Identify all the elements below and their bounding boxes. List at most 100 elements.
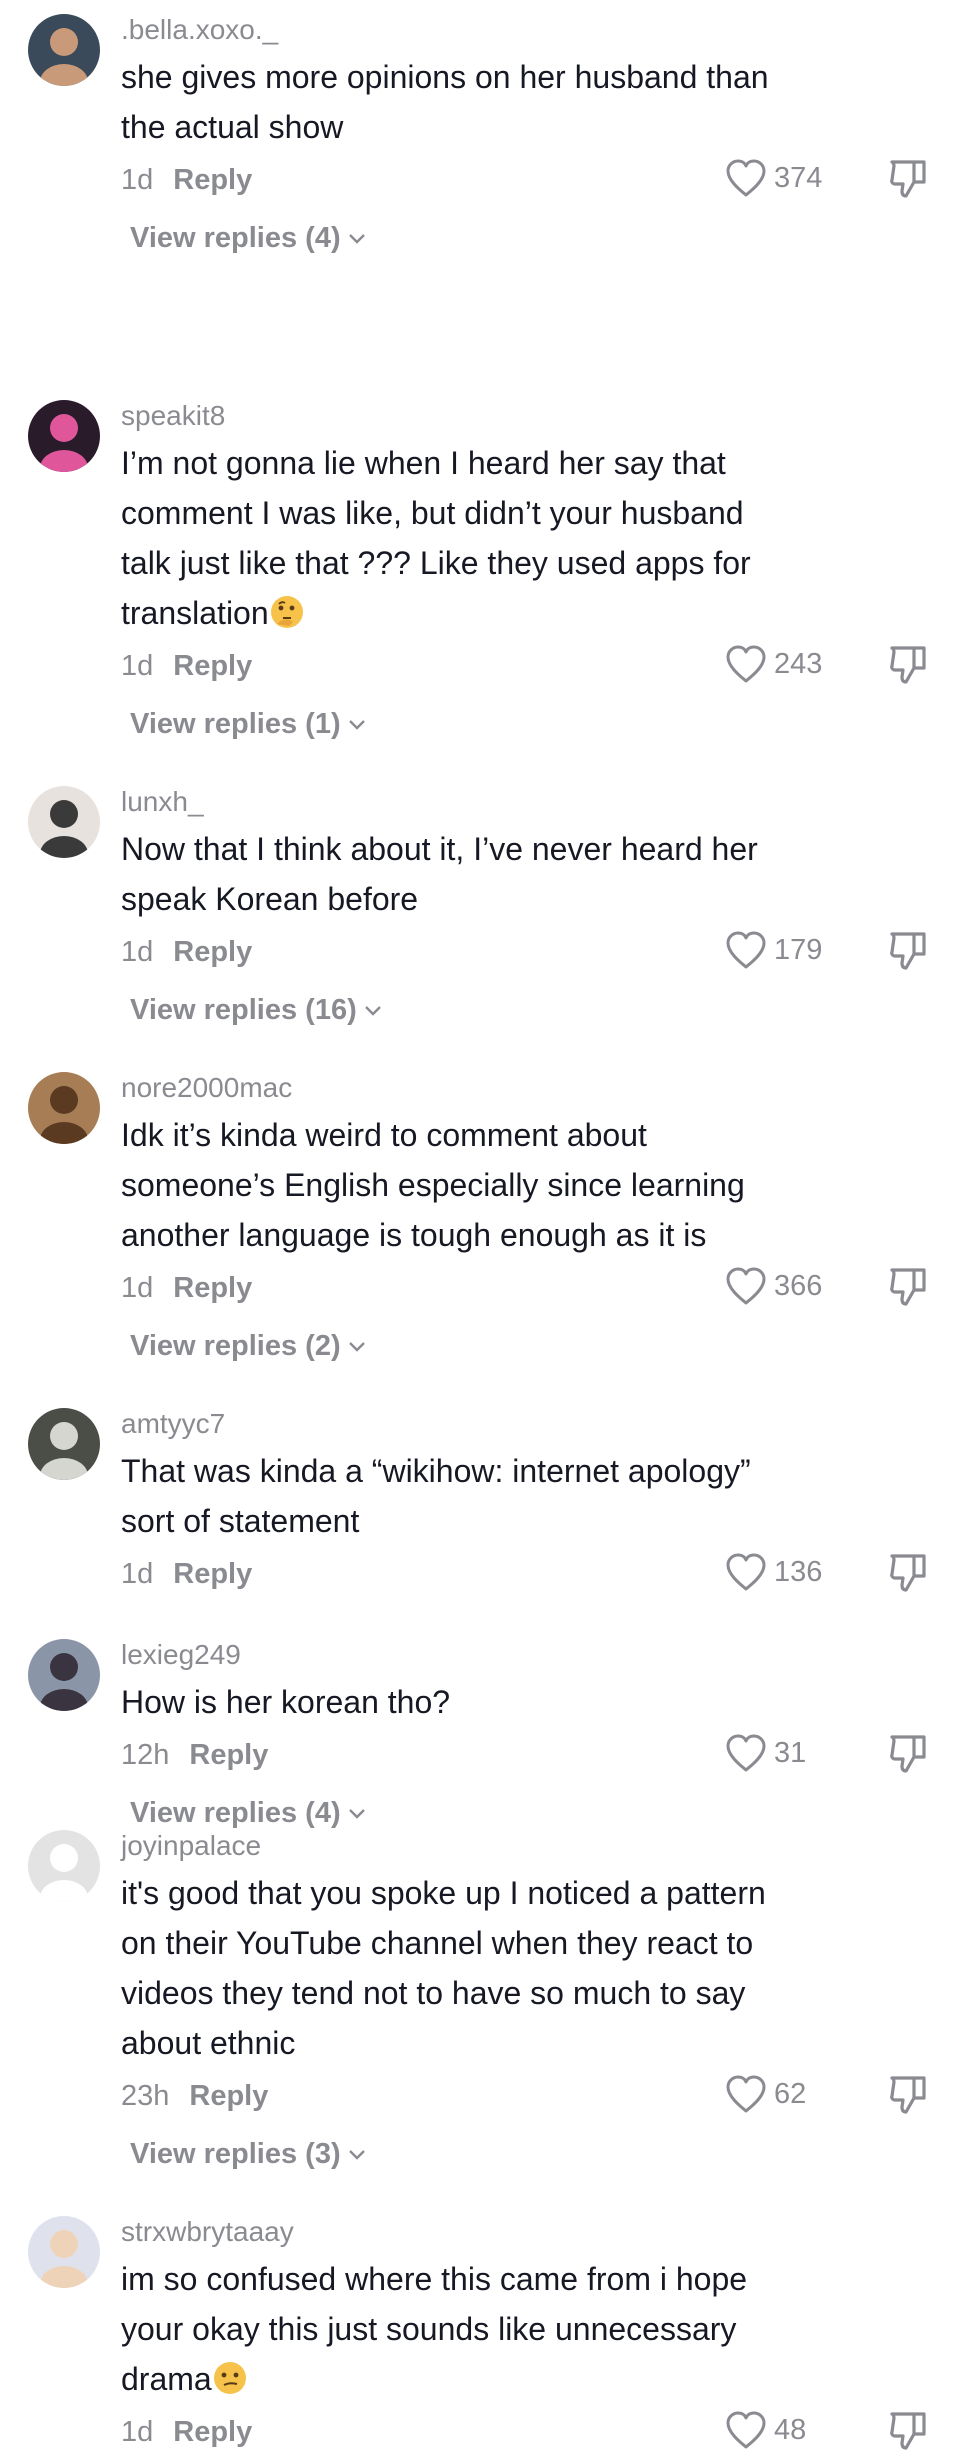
comment-text-line: someone’s English especially since learn… xyxy=(121,1167,745,1203)
comment-text-line: she gives more opinions on her husband t… xyxy=(121,59,769,95)
heart-icon xyxy=(726,2411,766,2449)
comment-text-line: I’m not gonna lie when I heard her say t… xyxy=(121,445,726,481)
avatar[interactable] xyxy=(28,14,100,86)
username[interactable]: speakit8 xyxy=(121,400,225,432)
dislike-button[interactable] xyxy=(888,644,928,686)
comment-text-line: your okay this just sounds like unnecess… xyxy=(121,2311,737,2347)
avatar[interactable] xyxy=(28,1072,100,1144)
heart-icon xyxy=(726,931,766,969)
reply-button[interactable]: Reply xyxy=(189,2080,268,2112)
reply-button[interactable]: Reply xyxy=(173,1272,252,1304)
avatar[interactable] xyxy=(28,786,100,858)
like-button[interactable]: 136 xyxy=(724,1552,822,1592)
chevron-down-icon xyxy=(348,1809,365,1820)
like-count: 243 xyxy=(774,647,823,680)
dislike-button[interactable] xyxy=(888,2410,928,2452)
comment-text: she gives more opinions on her husband t… xyxy=(121,52,821,152)
dislike-icon xyxy=(890,646,926,684)
view-replies-button[interactable]: View replies (2) xyxy=(130,1330,367,1363)
like-count: 62 xyxy=(774,2077,807,2110)
dislike-button[interactable] xyxy=(888,1733,928,1775)
like-button[interactable]: 48 xyxy=(724,2410,806,2450)
username[interactable]: strxwbrytaaay xyxy=(121,2216,294,2248)
view-replies-button[interactable]: View replies (1) xyxy=(130,708,367,741)
dislike-button[interactable] xyxy=(888,930,928,972)
comment-text-line: drama xyxy=(121,2361,212,2397)
comment-text-line: videos they tend not to have so much to … xyxy=(121,1975,746,2011)
comment-text: I’m not gonna lie when I heard her say t… xyxy=(121,438,821,638)
comment-text-line: Idk it’s kinda weird to comment about xyxy=(121,1117,647,1153)
comment-text-line: That was kinda a “wikihow: internet apol… xyxy=(121,1453,751,1489)
reply-button[interactable]: Reply xyxy=(189,1739,268,1771)
view-replies-label: View replies (3) xyxy=(130,2138,341,2170)
comment-text-line: How is her korean tho? xyxy=(121,1684,451,1720)
username[interactable]: .bella.xoxo._ xyxy=(121,14,278,46)
dislike-icon xyxy=(890,2412,926,2450)
like-button[interactable]: 243 xyxy=(724,644,822,684)
timestamp: 1d xyxy=(121,1558,154,1590)
view-replies-button[interactable]: View replies (16) xyxy=(130,994,383,1027)
like-button[interactable]: 62 xyxy=(724,2074,806,2114)
dislike-icon xyxy=(890,1554,926,1592)
reply-button[interactable]: Reply xyxy=(173,936,252,968)
view-replies-label: View replies (4) xyxy=(130,222,341,254)
comment-meta: 23h Reply xyxy=(121,2080,268,2113)
dislike-button[interactable] xyxy=(888,1266,928,1308)
comment-text-line: on their YouTube channel when they react… xyxy=(121,1925,754,1961)
comment-text-line: sort of statement xyxy=(121,1503,360,1539)
comment-text: How is her korean tho? xyxy=(121,1677,821,1727)
dislike-button[interactable] xyxy=(888,2074,928,2116)
avatar[interactable] xyxy=(28,2216,100,2288)
username[interactable]: lunxh_ xyxy=(121,786,204,818)
comment-meta: 1d Reply xyxy=(121,2416,252,2449)
timestamp: 1d xyxy=(121,1272,154,1304)
avatar[interactable] xyxy=(28,1639,100,1711)
comment-meta: 1d Reply xyxy=(121,164,252,197)
view-replies-button[interactable]: View replies (4) xyxy=(130,222,367,255)
comment-text-line: talk just like that ??? Like they used a… xyxy=(121,545,751,581)
reply-button[interactable]: Reply xyxy=(173,1558,252,1590)
comment-meta: 1d Reply xyxy=(121,1272,252,1305)
dislike-button[interactable] xyxy=(888,158,928,200)
username[interactable]: joyinpalace xyxy=(121,1830,261,1862)
timestamp: 12h xyxy=(121,1739,170,1771)
comment-meta: 1d Reply xyxy=(121,936,252,969)
view-replies-label: View replies (1) xyxy=(130,708,341,740)
like-button[interactable]: 31 xyxy=(724,1733,806,1773)
like-count: 31 xyxy=(774,1736,807,1769)
avatar[interactable] xyxy=(28,400,100,472)
view-replies-button[interactable]: View replies (4) xyxy=(130,1797,367,1830)
dislike-icon xyxy=(890,1268,926,1306)
reply-button[interactable]: Reply xyxy=(173,650,252,682)
comment-text-line: comment I was like, but didn’t your husb… xyxy=(121,495,744,531)
view-replies-button[interactable]: View replies (3) xyxy=(130,2138,367,2171)
username[interactable]: amtyyc7 xyxy=(121,1408,225,1440)
comment-text: That was kinda a “wikihow: internet apol… xyxy=(121,1446,821,1546)
dislike-button[interactable] xyxy=(888,1552,928,1594)
like-button[interactable]: 366 xyxy=(724,1266,822,1306)
dislike-icon xyxy=(890,932,926,970)
reply-button[interactable]: Reply xyxy=(173,2416,252,2448)
timestamp: 1d xyxy=(121,2416,154,2448)
chevron-down-icon xyxy=(348,234,365,245)
like-button[interactable]: 179 xyxy=(724,930,822,970)
heart-icon xyxy=(726,1267,766,1305)
like-count: 136 xyxy=(774,1555,823,1588)
thinking-face-emoji xyxy=(270,596,303,628)
like-button[interactable]: 374 xyxy=(724,158,822,198)
avatar[interactable] xyxy=(28,1830,100,1902)
avatar[interactable] xyxy=(28,1408,100,1480)
username[interactable]: lexieg249 xyxy=(121,1639,241,1671)
reply-button[interactable]: Reply xyxy=(173,164,252,196)
view-replies-label: View replies (16) xyxy=(130,994,357,1026)
dislike-icon xyxy=(890,2076,926,2114)
like-count: 366 xyxy=(774,1269,823,1302)
chevron-down-icon xyxy=(348,2150,365,2161)
comment-text: Now that I think about it, I’ve never he… xyxy=(121,824,821,924)
heart-icon xyxy=(726,159,766,197)
comment-text-line: it's good that you spoke up I noticed a … xyxy=(121,1875,766,1911)
view-replies-label: View replies (4) xyxy=(130,1797,341,1829)
like-count: 48 xyxy=(774,2413,807,2446)
comment-text-line: another language is tough enough as it i… xyxy=(121,1217,707,1253)
username[interactable]: nore2000mac xyxy=(121,1072,292,1104)
